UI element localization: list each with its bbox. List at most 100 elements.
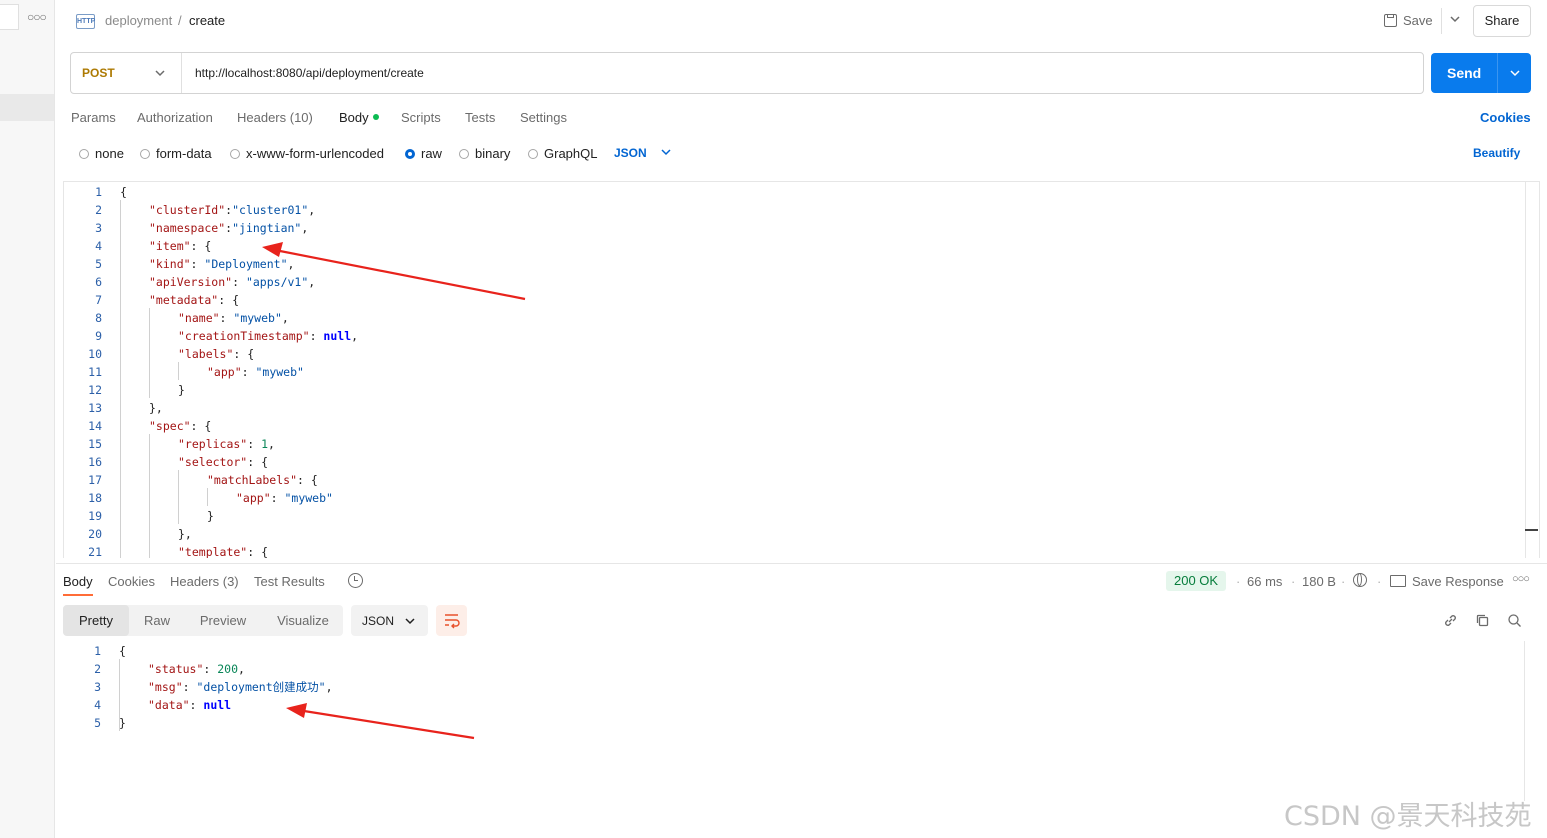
beautify-link[interactable]: Beautify [1473,146,1520,160]
tab-tests[interactable]: Tests [465,110,495,125]
line-number: 21 [88,545,102,558]
left-sidebar: ○○○ [0,0,55,838]
save-response-button[interactable]: Save Response [1412,574,1504,589]
radio-form-data[interactable]: form-data [140,146,212,161]
code-line: "app": "myweb" [207,365,304,379]
tab-settings[interactable]: Settings [520,110,567,125]
more-options-icon[interactable]: ○○○ [27,10,47,24]
save-response-icon[interactable] [1390,575,1406,587]
line-number: 3 [95,221,102,235]
sidebar-collapsed-panel[interactable] [0,4,19,30]
active-tab-underline [63,594,93,596]
http-request-icon: HTTP [76,14,95,29]
tab-body[interactable]: Body [339,110,379,125]
sidebar-selected-item[interactable] [0,94,54,121]
response-time[interactable]: 66 ms [1247,574,1282,589]
status-badge[interactable]: 200 OK [1166,571,1227,591]
breadcrumb-collection[interactable]: deployment [105,13,172,28]
request-header: HTTP deployment / create Save Share [56,0,1547,42]
save-button[interactable]: Save [1384,13,1433,28]
more-options-icon[interactable]: ○○○ [1512,573,1530,585]
code-line: "msg": "deployment创建成功", [148,680,333,694]
response-scrollbar[interactable] [1524,641,1525,801]
radio-label: GraphQL [544,146,598,161]
chevron-down-icon[interactable] [1508,66,1522,80]
indent-guide [120,200,121,558]
code-line: "clusterId":"cluster01", [149,203,316,217]
send-label: Send [1447,65,1482,81]
chevron-down-icon[interactable] [1448,11,1462,27]
wrap-lines-button[interactable] [436,605,467,636]
response-tab-test-results[interactable]: Test Results [254,574,325,589]
code-line: } [119,716,126,730]
response-format-select[interactable]: JSON [351,605,428,636]
request-body-editor[interactable]: 1 {2 "clusterId":"cluster01", 3 "namespace":… [63,181,1540,558]
code-line: { [119,644,126,658]
line-number: 18 [88,491,102,505]
response-tab-cookies[interactable]: Cookies [108,574,155,589]
breadcrumb-separator: / [178,13,182,28]
chevron-down-icon[interactable] [153,66,167,80]
radio-urlencoded[interactable]: x-www-form-urlencoded [230,146,384,161]
radio-graphql[interactable]: GraphQL [528,146,597,161]
history-icon[interactable] [348,573,363,588]
code-line: } [207,509,214,523]
radio-binary[interactable]: binary [459,146,510,161]
radio-label: raw [421,146,442,161]
share-button[interactable]: Share [1473,5,1531,37]
line-number: 5 [95,257,102,271]
indent-guide [178,362,179,380]
line-number: 11 [88,365,102,379]
view-raw[interactable]: Raw [129,605,185,636]
radio-raw[interactable]: raw [405,146,442,161]
url-input[interactable] [195,66,1295,80]
search-icon[interactable] [1507,613,1522,628]
chevron-down-icon [661,149,671,156]
line-number: 8 [95,311,102,325]
code-line: "app": "myweb" [236,491,333,505]
code-line: "item": { [149,239,212,253]
editor-scrollbar[interactable] [1525,182,1526,558]
response-tab-body[interactable]: Body [63,574,93,589]
breadcrumb-request-name[interactable]: create [189,13,225,28]
copy-icon[interactable] [1475,613,1490,628]
cookies-link[interactable]: Cookies [1480,110,1531,125]
radio-none[interactable]: none [79,146,124,161]
header-divider [1441,8,1442,34]
link-icon[interactable] [1443,613,1458,628]
line-number: 9 [95,329,102,343]
radio-dot [230,149,240,159]
watermark: CSDN @景天科技苑 [1284,801,1532,832]
line-number: 1 [94,644,101,658]
line-number: 14 [88,419,102,433]
indent-guide [149,434,150,558]
code-line: "metadata": { [149,293,240,307]
view-preview[interactable]: Preview [189,605,257,636]
code-line: "data": null [148,698,232,712]
line-number: 5 [94,716,101,730]
save-label: Save [1403,13,1433,28]
tab-headers[interactable]: Headers (10) [237,110,313,125]
response-size[interactable]: 180 B [1302,574,1336,589]
indent-guide [149,308,150,398]
tab-authorization[interactable]: Authorization [137,110,213,125]
method-select[interactable]: POST [82,66,115,80]
body-format-select[interactable]: JSON [614,146,673,160]
line-number: 4 [94,698,101,712]
tab-body-label: Body [339,110,369,125]
response-tab-headers[interactable]: Headers (3) [170,574,239,589]
tab-scripts[interactable]: Scripts [401,110,441,125]
response-divider[interactable] [56,563,1547,564]
editor-scroll-thumb[interactable] [1525,529,1538,531]
view-visualize[interactable]: Visualize [267,605,339,636]
send-divider [1497,53,1498,93]
indent-guide [178,470,179,524]
globe-icon[interactable] [1353,573,1367,587]
send-button[interactable]: Send [1431,53,1531,93]
tab-params[interactable]: Params [71,110,116,125]
line-number: 1 [95,185,102,199]
line-number: 20 [88,527,102,541]
view-pretty[interactable]: Pretty [63,605,129,636]
code-line: }, [178,527,192,541]
line-number: 6 [95,275,102,289]
